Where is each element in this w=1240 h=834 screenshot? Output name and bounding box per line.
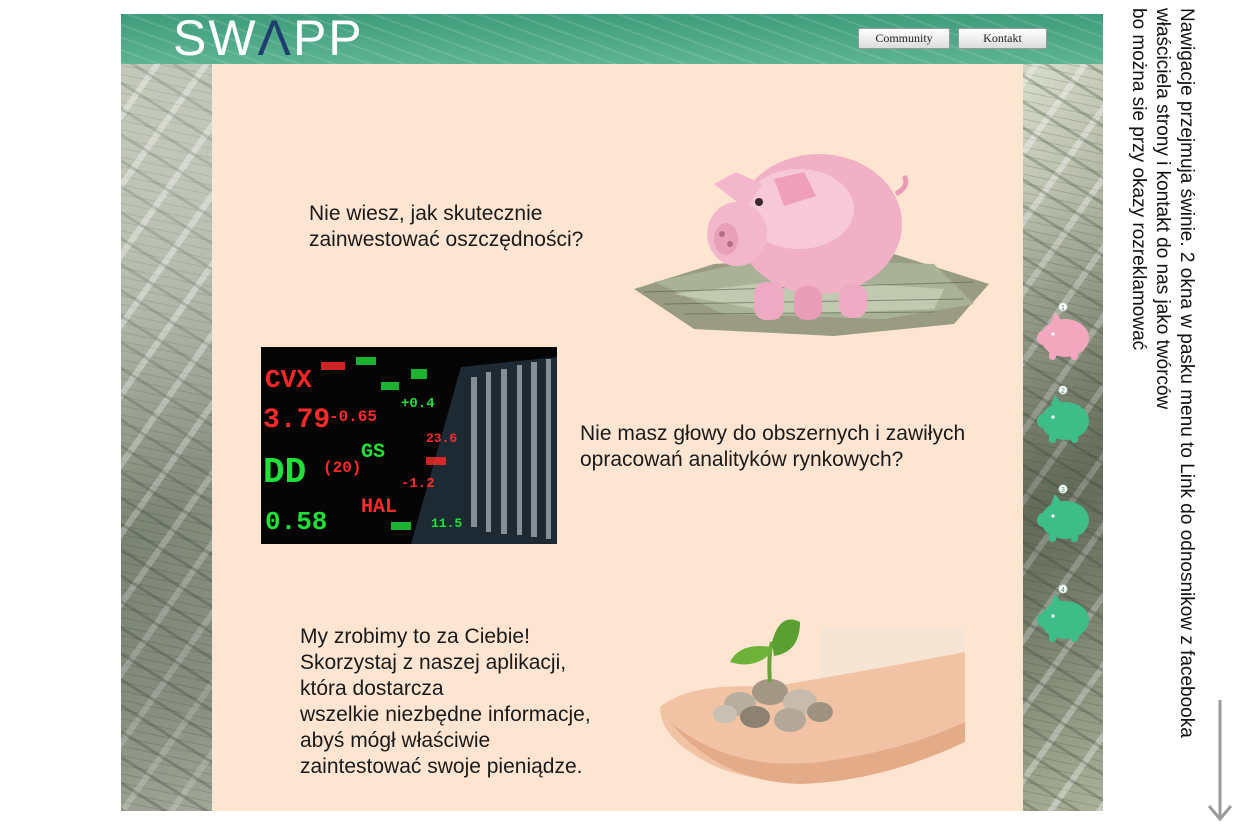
section-1-text: Nie wiesz, jak skutecznie zainwestować o… xyxy=(309,202,584,251)
svg-text:11.5: 11.5 xyxy=(431,516,462,531)
section-2-text: Nie masz głowy do obszernych i zawiłych … xyxy=(580,422,966,471)
stock-ticker-image: CVX 3.79 -0.65 DD (20) 0.58 GS HAL +0.4 … xyxy=(261,347,557,544)
scroll-down-arrow-icon[interactable] xyxy=(1206,698,1234,829)
site-frame: SWΛPP Community Kontakt Nie wiesz, jak s… xyxy=(121,14,1103,811)
svg-text:CVX: CVX xyxy=(265,365,312,395)
side-nav-pig-4[interactable]: 4 xyxy=(1033,580,1093,655)
svg-text:(20): (20) xyxy=(323,459,361,477)
header-bar: SWΛPP Community Kontakt xyxy=(121,14,1103,64)
svg-text:HAL: HAL xyxy=(361,496,397,519)
svg-text:1: 1 xyxy=(1061,305,1065,312)
svg-text:-1.2: -1.2 xyxy=(401,476,435,492)
svg-text:DD: DD xyxy=(263,452,306,493)
side-nav-pig-3[interactable]: 3 xyxy=(1033,480,1093,555)
nav-community-button[interactable]: Community xyxy=(858,28,950,49)
swapp-logo[interactable]: SWΛPP xyxy=(173,14,364,64)
svg-text:0.58: 0.58 xyxy=(265,507,327,537)
svg-text:2: 2 xyxy=(1061,388,1065,395)
design-note: Nawigacje przejmuja świnie. 2 okna w pas… xyxy=(1128,8,1197,738)
svg-text:4: 4 xyxy=(1061,587,1065,594)
svg-text:-0.65: -0.65 xyxy=(329,408,377,426)
main-content: Nie wiesz, jak skutecznie zainwestować o… xyxy=(212,64,1023,811)
nav-kontakt-button[interactable]: Kontakt xyxy=(958,28,1047,49)
svg-text:+0.4: +0.4 xyxy=(401,396,435,412)
piggy-bank-image xyxy=(634,114,989,344)
svg-text:GS: GS xyxy=(361,441,385,464)
section-3-text: My zrobimy to za Ciebie! Skorzystaj z na… xyxy=(300,625,591,778)
svg-text:3.79: 3.79 xyxy=(263,405,330,436)
coins-hands-image xyxy=(650,612,965,792)
side-nav-pig-1[interactable]: 1 xyxy=(1033,298,1093,373)
svg-text:3: 3 xyxy=(1061,487,1065,494)
svg-text:23.6: 23.6 xyxy=(426,431,457,446)
side-nav-pig-2[interactable]: 2 xyxy=(1033,381,1093,456)
